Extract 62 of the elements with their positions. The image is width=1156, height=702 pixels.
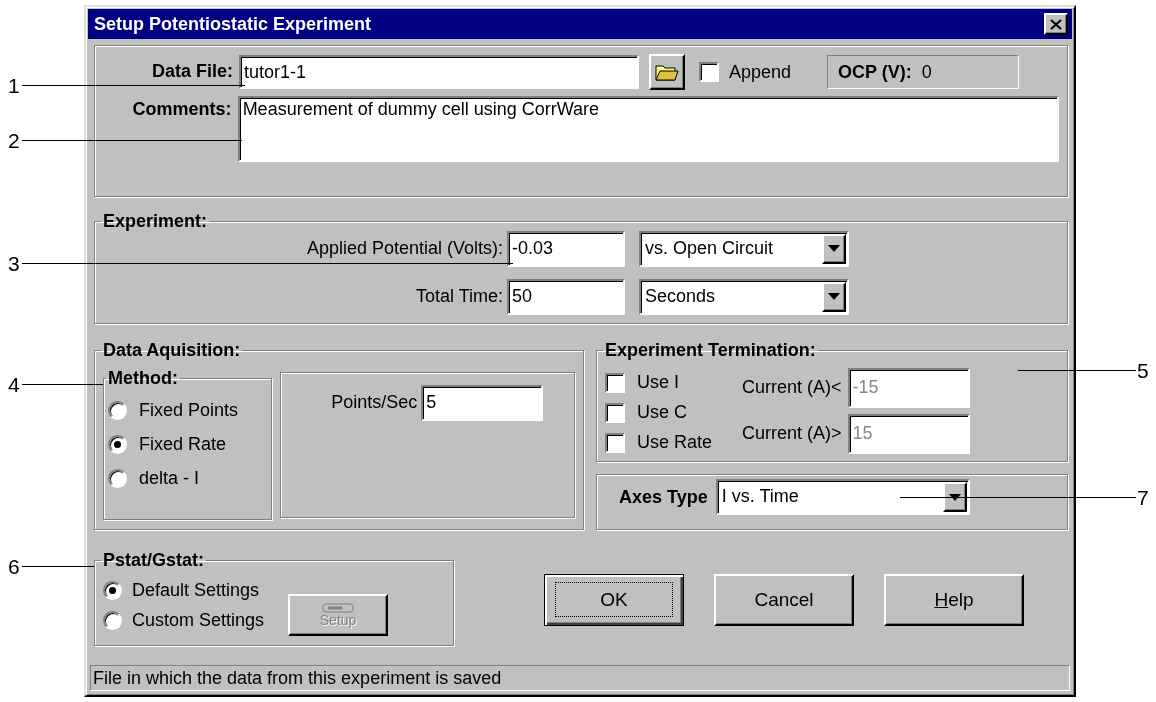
leader-line <box>22 566 94 567</box>
group-title: Data Aquisition: <box>102 340 242 362</box>
group-title: Pstat/Gstat: <box>102 550 206 572</box>
radio-button[interactable] <box>108 468 127 488</box>
input-field[interactable]: 5 <box>421 384 544 421</box>
callout-number: 1 <box>8 75 20 96</box>
input-field[interactable]: -0.03 <box>507 230 625 267</box>
radio-label: Default Settings <box>132 579 260 603</box>
callout-number: 2 <box>8 130 20 151</box>
ocp-value: 0 <box>921 60 932 84</box>
callout-number: 6 <box>8 556 20 577</box>
window-title: Setup Potentiostatic Experiment <box>94 12 372 36</box>
dropdown[interactable]: vs. Open Circuit <box>639 230 849 267</box>
callout-number: 3 <box>8 252 20 274</box>
group-title: Experiment: <box>102 211 209 233</box>
device-icon <box>322 602 355 613</box>
dialog-button[interactable]: OK <box>544 574 684 626</box>
radio-label: Custom Settings <box>132 609 265 633</box>
checkbox-label: Append <box>729 60 792 84</box>
radio-label: Fixed Points <box>139 398 239 422</box>
radio-button[interactable] <box>108 400 127 420</box>
caret-icon <box>948 493 961 501</box>
checkbox[interactable] <box>605 432 625 453</box>
comments-field[interactable]: Measurement of dummy cell using CorrWare <box>237 96 1059 162</box>
radio-label: delta - I <box>139 466 200 490</box>
field-label: Applied Potential (Volts): <box>305 237 503 261</box>
radio-label: Fixed Rate <box>139 432 227 456</box>
radio-button[interactable] <box>108 434 127 454</box>
callout-number: 7 <box>1137 487 1149 508</box>
browse-button[interactable] <box>649 54 685 90</box>
field-label: Current (A)> <box>742 422 842 446</box>
field-label: OCP (V): <box>838 60 912 84</box>
dropdown[interactable]: I vs. Time <box>715 479 970 515</box>
field-label: Comments: <box>131 98 232 121</box>
checkbox[interactable] <box>605 402 625 423</box>
status-bar: File in which the data from this experiment is saved <box>90 665 1070 691</box>
dialog-button[interactable]: Help <box>884 574 1024 626</box>
callout-number: 5 <box>1137 360 1149 381</box>
caret-icon <box>828 293 840 301</box>
caret-icon <box>828 245 840 253</box>
field-label: Points/Sec <box>331 391 418 415</box>
folder-icon <box>655 63 679 81</box>
radio-button[interactable] <box>103 581 122 601</box>
dropdown[interactable]: Seconds <box>639 278 849 315</box>
group-title: Method: <box>107 367 179 390</box>
input-field[interactable]: tutor1-1 <box>239 55 639 89</box>
close-button[interactable] <box>1044 13 1068 35</box>
callout-number: 4 <box>8 373 20 395</box>
checkbox-label: Use Rate <box>637 431 713 455</box>
close-icon <box>1050 18 1062 30</box>
checkbox[interactable] <box>605 372 625 393</box>
field-label: Current (A)< <box>742 376 842 400</box>
field-label: Axes Type <box>619 485 708 509</box>
checkbox[interactable] <box>699 62 719 82</box>
field-label: Total Time: <box>414 285 503 309</box>
input-field[interactable]: 50 <box>507 278 625 315</box>
checkbox-label: Use I <box>637 371 679 395</box>
field-label: Data File: <box>150 62 233 82</box>
radio-button[interactable] <box>103 611 122 631</box>
checkbox-label: Use C <box>637 401 687 425</box>
dialog-button[interactable]: Cancel <box>714 574 854 626</box>
group-title: Experiment Termination: <box>604 340 817 362</box>
